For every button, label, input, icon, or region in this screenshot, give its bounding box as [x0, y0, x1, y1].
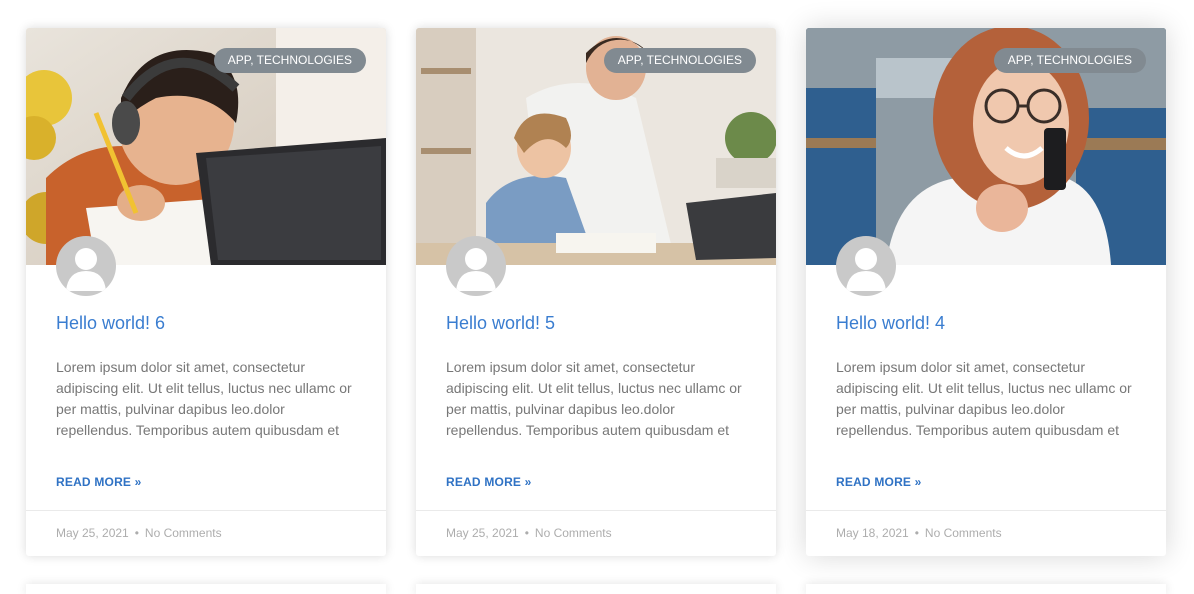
author-avatar-icon — [446, 236, 506, 296]
read-more-link[interactable]: READ MORE » — [446, 475, 532, 489]
author-avatar-icon — [56, 236, 116, 296]
category-badge[interactable]: APP, TECHNOLOGIES — [213, 48, 366, 73]
post-meta: May 18, 2021 • No Comments — [806, 510, 1166, 556]
post-title[interactable]: Hello world! 5 — [446, 312, 555, 334]
post-thumbnail[interactable]: APP, TECHNOLOGIES — [26, 28, 386, 265]
post-meta: May 25, 2021 • No Comments — [26, 510, 386, 556]
category-badge[interactable]: APP, TECHNOLOGIES — [993, 48, 1146, 73]
meta-separator: • — [524, 526, 529, 540]
category-badge[interactable]: APP, TECHNOLOGIES — [603, 48, 756, 73]
post-title[interactable]: Hello world! 4 — [836, 312, 945, 334]
post-card: APP, TECHNOLOGIES Hello world! 5 Lorem i… — [416, 28, 776, 556]
post-excerpt: Lorem ipsum dolor sit amet, consectetur … — [446, 359, 742, 438]
post-comments: No Comments — [924, 526, 1002, 540]
post-card: APP, TECHNOLOGIES Hello world! 6 Lorem i… — [26, 28, 386, 556]
post-comments: No Comments — [144, 526, 222, 540]
meta-separator: • — [134, 526, 139, 540]
posts-grid: APP, TECHNOLOGIES Hello world! 6 Lorem i… — [26, 28, 1166, 558]
post-card: APP, TECHNOLOGIES Hello world! 4 Lorem i… — [806, 28, 1166, 556]
post-thumbnail[interactable]: APP, TECHNOLOGIES — [806, 28, 1166, 265]
read-more-link[interactable]: READ MORE » — [56, 475, 142, 489]
post-title[interactable]: Hello world! 6 — [56, 312, 165, 334]
author-avatar-icon — [836, 236, 896, 296]
post-thumbnail[interactable]: APP, TECHNOLOGIES — [416, 28, 776, 265]
post-meta: May 25, 2021 • No Comments — [416, 510, 776, 556]
post-excerpt: Lorem ipsum dolor sit amet, consectetur … — [836, 359, 1132, 438]
post-comments: No Comments — [534, 526, 612, 540]
post-date: May 25, 2021 — [56, 526, 129, 540]
read-more-link[interactable]: READ MORE » — [836, 475, 922, 489]
next-row-card-edge — [416, 584, 776, 594]
next-row-card-edge — [806, 584, 1166, 594]
post-date: May 25, 2021 — [446, 526, 519, 540]
post-date: May 18, 2021 — [836, 526, 909, 540]
post-excerpt: Lorem ipsum dolor sit amet, consectetur … — [56, 359, 352, 438]
meta-separator: • — [914, 526, 919, 540]
next-row-card-edge — [26, 584, 386, 594]
